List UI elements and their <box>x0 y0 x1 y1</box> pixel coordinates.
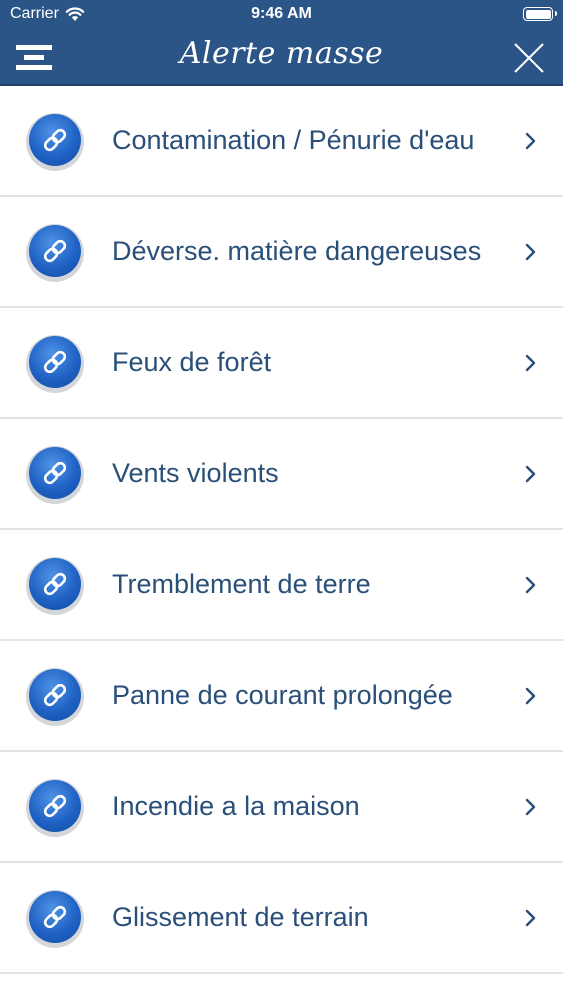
link-icon-badge <box>26 224 84 282</box>
link-icon-badge <box>26 890 84 948</box>
chevron-right-icon <box>525 132 537 150</box>
link-icon <box>29 336 81 388</box>
chevron-right-icon <box>525 243 537 261</box>
alert-type-list: Contamination / Pénurie d'eau Déverse. ma… <box>0 86 563 974</box>
list-item-label: Incendie a la maison <box>112 791 360 821</box>
link-icon <box>29 114 81 166</box>
chevron-right-icon <box>525 354 537 372</box>
link-icon-badge <box>26 779 84 837</box>
link-icon <box>29 225 81 277</box>
link-icon-badge <box>26 335 84 393</box>
close-button[interactable] <box>513 42 545 74</box>
header: Carrier 9:46 AM Alerte masse <box>0 0 563 86</box>
list-item-label: Déverse. matière dangereuses <box>112 236 482 266</box>
battery-icon <box>523 7 557 21</box>
page-title: Alerte masse <box>179 36 384 71</box>
list-item-label: Feux de forêt <box>112 347 272 377</box>
link-icon-badge <box>26 113 84 171</box>
chevron-right-icon <box>525 687 537 705</box>
link-icon <box>29 780 81 832</box>
link-icon <box>29 447 81 499</box>
link-icon-badge <box>26 557 84 615</box>
list-item-label: Glissement de terrain <box>112 902 369 932</box>
list-item[interactable]: Incendie a la maison <box>0 752 563 863</box>
chevron-right-icon <box>525 909 537 927</box>
list-item[interactable]: Glissement de terrain <box>0 863 563 974</box>
list-item[interactable]: Déverse. matière dangereuses <box>0 197 563 308</box>
list-item[interactable]: Vents violents <box>0 419 563 530</box>
list-item-label: Vents violents <box>112 458 279 488</box>
link-icon <box>29 669 81 721</box>
nav-bar: Alerte masse <box>0 30 563 86</box>
list-item-label: Panne de courant prolongée <box>112 680 453 710</box>
list-item[interactable]: Tremblement de terre <box>0 530 563 641</box>
list-item[interactable]: Panne de courant prolongée <box>0 641 563 752</box>
link-icon-badge <box>26 668 84 726</box>
close-icon <box>514 43 544 73</box>
status-bar: Carrier 9:46 AM <box>0 0 563 30</box>
status-time: 9:46 AM <box>251 5 312 22</box>
chevron-right-icon <box>525 465 537 483</box>
link-icon <box>29 558 81 610</box>
link-icon <box>29 891 81 943</box>
list-item-label: Contamination / Pénurie d'eau <box>112 125 475 155</box>
chevron-right-icon <box>525 798 537 816</box>
list-item[interactable]: Feux de forêt <box>0 308 563 419</box>
link-icon-badge <box>26 446 84 504</box>
list-item-label: Tremblement de terre <box>112 569 371 599</box>
chevron-right-icon <box>525 576 537 594</box>
list-item[interactable]: Contamination / Pénurie d'eau <box>0 86 563 197</box>
battery-level <box>525 9 551 19</box>
